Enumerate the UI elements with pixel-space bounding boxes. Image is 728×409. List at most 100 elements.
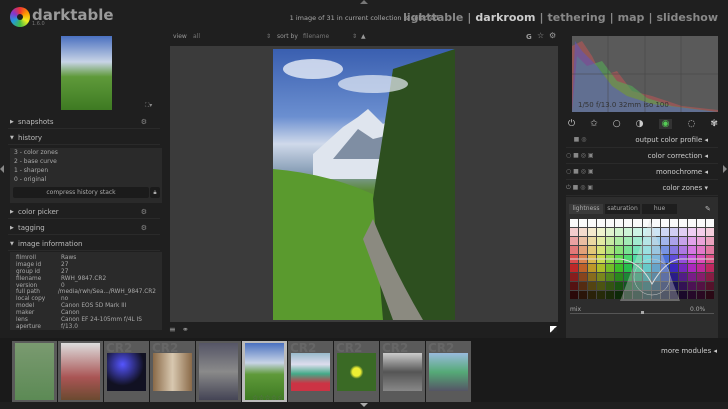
- preset-icon[interactable]: ⚙: [141, 221, 147, 235]
- info-key: local copy: [16, 296, 46, 303]
- color-zones-curve[interactable]: [570, 219, 714, 301]
- left-panel-collapse[interactable]: [0, 165, 4, 173]
- module-output-color-profile[interactable]: ■ ◎ output color profile ◂: [566, 132, 718, 148]
- tab-lightness[interactable]: lightness: [569, 204, 603, 214]
- tab-saturation[interactable]: saturation: [605, 204, 640, 214]
- view-select[interactable]: all ⇕: [193, 33, 271, 40]
- zoom-icon[interactable]: ⛶▾: [145, 102, 152, 110]
- view-lighttable[interactable]: lighttable: [403, 11, 463, 24]
- filmstrip-thumbnail[interactable]: CR2: [196, 341, 241, 402]
- filmstrip-thumbnail[interactable]: CR2: [426, 341, 471, 402]
- info-row: version 0: [16, 283, 156, 290]
- module-controls-icon[interactable]: ○ ■ ◎ ▣: [566, 148, 594, 164]
- info-value: RWH_9847.CR2: [61, 275, 107, 282]
- favorites-icon[interactable]: ✩: [590, 119, 598, 129]
- navigation-thumbnail[interactable]: [61, 36, 112, 110]
- color-group-icon[interactable]: ◉: [658, 119, 673, 129]
- thumbnail-image: [291, 353, 330, 391]
- view-darkroom[interactable]: darkroom: [475, 11, 535, 24]
- bottom-panel-toggle[interactable]: [360, 403, 368, 407]
- tab-hue[interactable]: hue: [642, 204, 677, 214]
- module-controls-icon[interactable]: ■ ◎: [566, 132, 587, 148]
- label: monochrome: [656, 168, 703, 176]
- label: image information: [18, 240, 83, 248]
- history-item[interactable]: 2 - base curve: [10, 157, 162, 166]
- label: tagging: [18, 224, 45, 232]
- tone-group-icon[interactable]: ◑: [636, 119, 644, 129]
- expand-icon: ▶: [10, 225, 14, 231]
- history-item[interactable]: 1 - sharpen: [10, 166, 162, 175]
- thumbnail-image: [383, 353, 422, 391]
- sort-label: sort by: [277, 33, 298, 40]
- correct-group-icon[interactable]: ◌: [687, 119, 695, 129]
- collapse-icon: ▼: [10, 241, 14, 247]
- label: color picker: [18, 208, 59, 216]
- more-modules-button[interactable]: more modules ◂: [661, 347, 717, 355]
- module-color-correction[interactable]: ○ ■ ◎ ▣ color correction ◂: [566, 148, 718, 164]
- photo-landscape: [273, 49, 455, 320]
- label: color correction: [647, 152, 703, 160]
- filmstrip-thumbnail[interactable]: CR2: [288, 341, 333, 402]
- mix-label: mix: [570, 306, 582, 313]
- top-panel-toggle[interactable]: [360, 0, 368, 4]
- main-photo: [273, 49, 455, 320]
- gear-icon[interactable]: ⚙: [549, 31, 556, 40]
- thumbnail-image: [199, 343, 238, 400]
- lock-icon[interactable]: 🔒︎: [150, 187, 160, 198]
- sort-select[interactable]: filename ⇕: [303, 33, 357, 40]
- module-snapshots[interactable]: ▶ snapshots ⚙: [8, 115, 160, 129]
- info-value: 0: [61, 282, 65, 289]
- preset-icon[interactable]: ⚙: [141, 205, 147, 219]
- color-picker-icon[interactable]: ✎: [705, 205, 711, 213]
- module-color-zones[interactable]: ⏻ ■ ◎ ▣ color zones ▾: [566, 180, 718, 196]
- view-slideshow[interactable]: slideshow: [656, 11, 718, 24]
- info-row: model Canon EOS 5D Mark III: [16, 303, 156, 310]
- filmstrip-thumbnail[interactable]: CR2☆☆☆☆☆: [242, 341, 287, 402]
- expand-icon: ▶: [10, 119, 14, 125]
- filmstrip-thumbnail[interactable]: CR2: [380, 341, 425, 402]
- history-item[interactable]: 3 - color zones: [10, 148, 162, 157]
- info-row: aperture f/13.0: [16, 324, 156, 331]
- histogram[interactable]: 1/50 f/13.0 32mm iso 100: [572, 36, 718, 112]
- info-value: no: [61, 296, 69, 303]
- overexposure-icon[interactable]: [550, 326, 557, 333]
- module-image-information[interactable]: ▼ image information: [8, 237, 160, 251]
- mix-slider[interactable]: [570, 311, 714, 314]
- module-controls-icon[interactable]: ⏻ ■ ◎ ▣: [566, 180, 593, 196]
- info-key: group id: [16, 268, 40, 275]
- filmstrip-thumbnail[interactable]: CR2: [58, 341, 103, 402]
- presets-icon[interactable]: ≡: [169, 325, 176, 334]
- module-history[interactable]: ▼ history: [8, 131, 160, 145]
- styles-icon[interactable]: ⚭: [182, 325, 189, 334]
- filmstrip-thumbnail[interactable]: CR2: [12, 341, 57, 402]
- compress-history-button[interactable]: compress history stack: [13, 187, 149, 198]
- right-panel-collapse[interactable]: [723, 165, 727, 173]
- info-row: group id 27: [16, 269, 156, 276]
- basic-group-icon[interactable]: ○: [613, 119, 621, 129]
- star-icon[interactable]: ☆: [537, 31, 544, 40]
- info-row: full path/media/rwh/Sea.../RWH_9847.CR2: [16, 289, 156, 296]
- sep: |: [609, 11, 614, 24]
- filmstrip-thumbnail[interactable]: CR2: [104, 341, 149, 402]
- sep: |: [539, 11, 544, 24]
- info-value: /media/rwh/Sea.../RWH_9847.CR2: [57, 289, 156, 296]
- star-rating-icon[interactable]: ☆☆☆☆☆: [252, 394, 283, 402]
- filmstrip-thumbnail[interactable]: CR2: [334, 341, 379, 402]
- effect-group-icon[interactable]: ✾: [710, 119, 718, 129]
- exif-summary: 1/50 f/13.0 32mm iso 100: [578, 101, 669, 109]
- view-map[interactable]: map: [618, 11, 645, 24]
- filmstrip-thumbnail[interactable]: CR2: [150, 341, 195, 402]
- view-value: all: [193, 33, 201, 40]
- module-color-picker[interactable]: ▶ color picker ⚙: [8, 205, 160, 219]
- module-controls-icon[interactable]: ○ ■ ◎ ▣: [566, 164, 594, 180]
- grouping-button[interactable]: G: [526, 33, 532, 41]
- info-key: filmroll: [16, 255, 36, 261]
- sort-order-icon[interactable]: ▲: [361, 33, 366, 40]
- history-item[interactable]: 0 - original: [10, 175, 162, 184]
- preset-icon[interactable]: ⚙: [141, 115, 147, 129]
- active-modules-icon[interactable]: ⏻: [568, 119, 575, 129]
- sort-value: filename: [303, 33, 330, 40]
- module-monochrome[interactable]: ○ ■ ◎ ▣ monochrome ◂: [566, 164, 718, 180]
- module-tagging[interactable]: ▶ tagging ⚙: [8, 221, 160, 235]
- view-tethering[interactable]: tethering: [547, 11, 605, 24]
